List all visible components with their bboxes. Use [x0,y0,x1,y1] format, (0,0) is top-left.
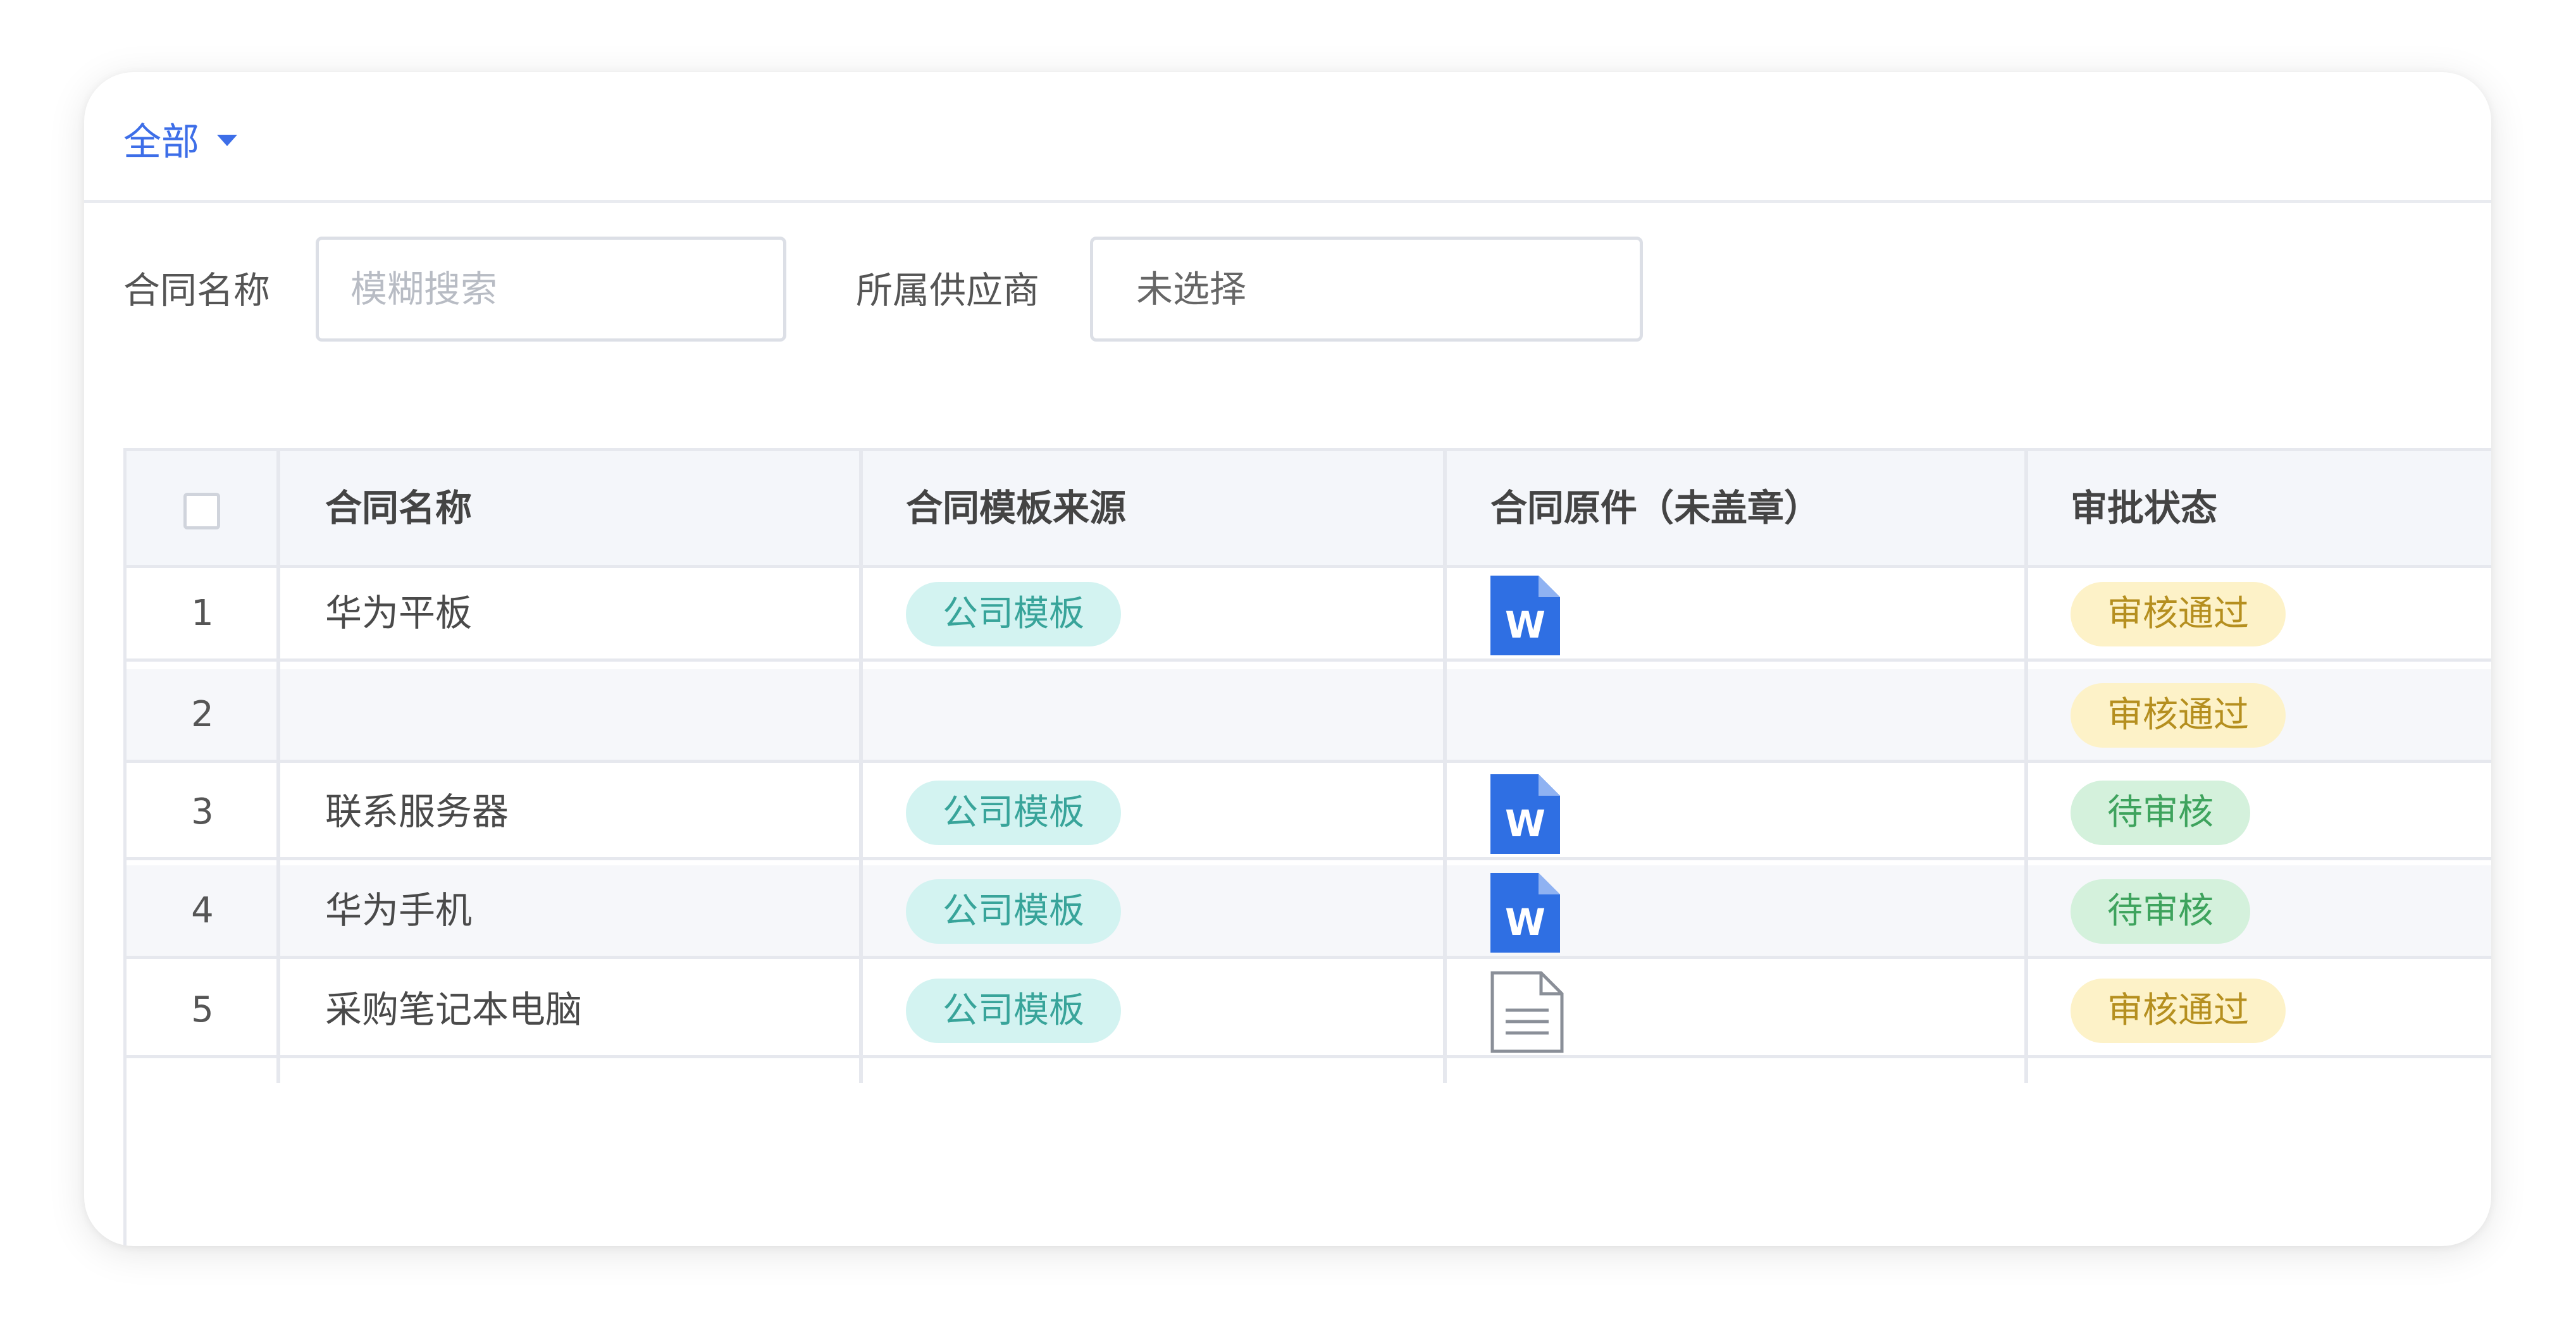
word-icon[interactable]: W [1490,873,1560,955]
search-row: 合同名称 所属供应商 未选择 [84,237,2491,344]
filter-dropdown-label: 全部 [123,120,199,164]
column-divider [276,448,280,1083]
header-approval-status: 审批状态 [2071,486,2218,529]
contract-panel: 全部 合同名称 所属供应商 未选择 合同名称 合同模板来源 合同原件（未盖章） … [84,72,2491,1246]
contract-table: 合同名称 合同模板来源 合同原件（未盖章） 审批状态 1 华为平板 公司模板 W 审核通… [123,448,2491,1246]
row-index: 2 [191,694,214,735]
contract-name-field[interactable] [316,237,786,342]
approval-status-badge: 待审核 [2071,879,2250,944]
header-contract-name: 合同名称 [325,486,473,529]
table-header: 合同名称 合同模板来源 合同原件（未盖章） 审批状态 [127,448,2491,568]
table-row[interactable]: 4 华为手机 公司模板 W 待审核 [127,865,2491,959]
contract-name-label: 合同名称 [123,269,271,312]
contract-name-input[interactable] [319,240,783,338]
table-row[interactable]: 3 联系服务器 公司模板 W 待审核 [127,767,2491,860]
svg-text:W: W [1505,603,1545,646]
table-row[interactable]: 5 采购笔记本电脑 公司模板 审核通过 [127,965,2491,1058]
header-template-source: 合同模板来源 [906,486,1127,529]
template-source-tag: 公司模板 [906,781,1121,845]
filter-bar: 全部 [84,72,2491,203]
approval-status-badge: 审核通过 [2071,683,2286,748]
caret-down-icon [217,134,237,146]
column-divider [2024,448,2028,1083]
supplier-select[interactable]: 未选择 [1090,237,1643,342]
supplier-select-value: 未选择 [1136,268,1247,311]
svg-text:W: W [1505,802,1545,845]
contract-name-cell: 采购笔记本电脑 [325,988,583,1031]
column-divider [859,448,863,1083]
word-icon[interactable]: W [1490,774,1560,856]
select-all-checkbox[interactable] [183,493,220,529]
row-index: 5 [191,989,214,1030]
approval-status-badge: 审核通过 [2071,979,2286,1043]
row-index: 4 [191,890,214,931]
approval-status-badge: 待审核 [2071,781,2250,845]
template-source-tag: 公司模板 [906,879,1121,944]
supplier-label: 所属供应商 [856,269,1040,312]
word-icon[interactable]: W [1490,576,1560,658]
row-index: 3 [191,791,214,832]
template-source-tag: 公司模板 [906,582,1121,646]
table-row[interactable]: 1 华为平板 公司模板 W 审核通过 [127,568,2491,662]
contract-name-cell: 联系服务器 [325,790,509,833]
column-divider [1443,448,1447,1083]
row-index: 1 [191,593,214,634]
document-icon[interactable] [1490,971,1564,1056]
table-row[interactable]: 2 审核通过 [127,669,2491,763]
filter-dropdown[interactable]: 全部 [123,111,237,166]
contract-name-cell: 华为平板 [325,591,473,634]
template-source-tag: 公司模板 [906,979,1121,1043]
svg-text:W: W [1505,901,1545,944]
header-original-file: 合同原件（未盖章） [1490,486,1821,529]
approval-status-badge: 审核通过 [2071,582,2286,646]
contract-name-cell: 华为手机 [325,889,473,932]
